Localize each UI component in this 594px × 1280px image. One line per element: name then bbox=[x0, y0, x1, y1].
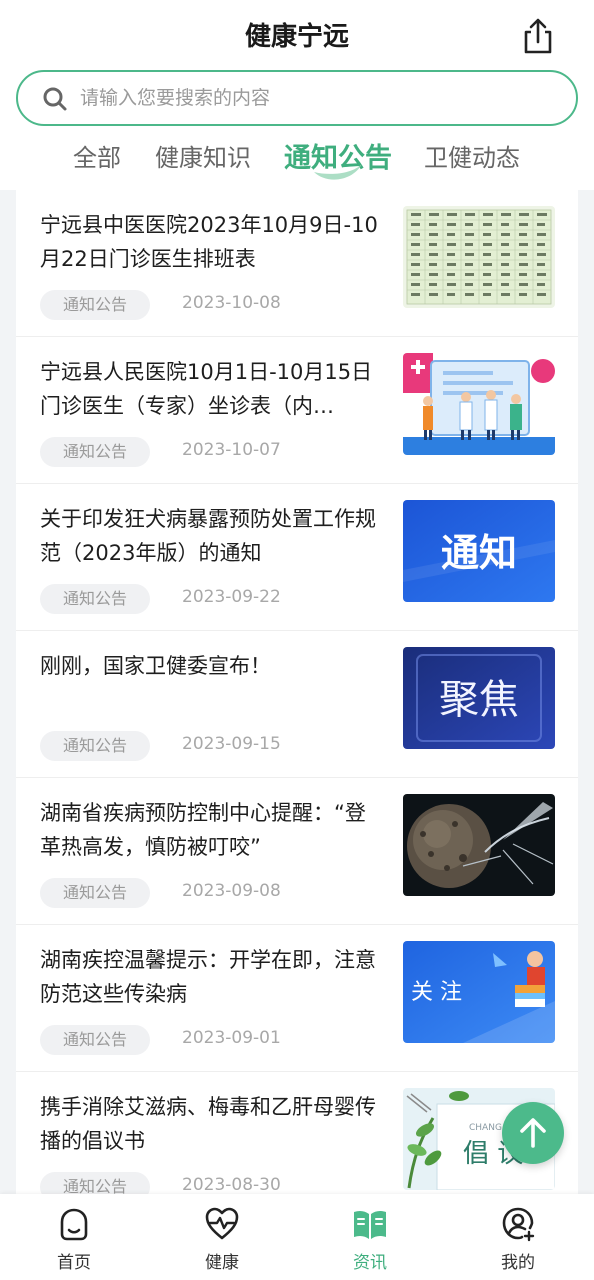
category-tag: 通知公告 bbox=[40, 437, 150, 467]
attention-banner-image: 关 注 bbox=[403, 941, 555, 1043]
mosquito-photo-image bbox=[403, 794, 555, 896]
tab-health-news[interactable]: 卫健动态 bbox=[424, 138, 520, 173]
back-to-top-button[interactable] bbox=[502, 1102, 564, 1164]
category-tag: 通知公告 bbox=[40, 1172, 150, 1194]
focus-banner-image: 聚焦 bbox=[403, 647, 555, 749]
thumbnail-subtext: CHANG bbox=[469, 1123, 502, 1133]
list-item[interactable]: 湖南疾控温馨提示：开学在即，注意防范这些传染病 通知公告 2023-09-01 … bbox=[16, 925, 578, 1072]
article-thumbnail bbox=[403, 353, 555, 455]
article-date: 2023-09-08 bbox=[182, 881, 281, 901]
article-date: 2023-10-08 bbox=[182, 293, 281, 313]
user-icon bbox=[502, 1207, 535, 1242]
notice-banner-image: 通知 bbox=[403, 500, 555, 602]
schedule-table-image bbox=[403, 206, 555, 308]
category-tag: 通知公告 bbox=[40, 731, 150, 761]
nav-label: 资讯 bbox=[353, 1253, 387, 1273]
search-box[interactable] bbox=[16, 70, 578, 126]
nav-label: 健康 bbox=[205, 1253, 239, 1273]
home-icon bbox=[60, 1208, 88, 1241]
top-bar: 健康宁远 全部 健康知识 通知公告 卫健动态 bbox=[0, 0, 594, 190]
category-tabs: 全部 健康知识 通知公告 卫健动态 bbox=[0, 134, 594, 184]
article-thumbnail: 通知 bbox=[403, 500, 555, 602]
article-title: 刚刚，国家卫健委宣布！ bbox=[40, 654, 271, 678]
thumbnail-text: 通知 bbox=[441, 531, 517, 575]
nav-health[interactable]: 健康 bbox=[148, 1194, 296, 1280]
bottom-nav: 首页 健康 资讯 我的 bbox=[0, 1194, 594, 1280]
article-list: 宁远县中医医院2023年10月9日-10月22日门诊医生排班表 通知公告 202… bbox=[16, 190, 578, 1194]
search-icon bbox=[43, 87, 67, 111]
article-thumbnail bbox=[403, 794, 555, 896]
search-input[interactable] bbox=[80, 82, 550, 114]
category-tag: 通知公告 bbox=[40, 290, 150, 320]
article-thumbnail bbox=[403, 206, 555, 308]
article-date: 2023-10-07 bbox=[182, 440, 281, 460]
doctors-illustration-image bbox=[403, 353, 555, 455]
article-thumbnail: 关 注 bbox=[403, 941, 555, 1043]
tab-health-knowledge[interactable]: 健康知识 bbox=[155, 138, 251, 173]
nav-home[interactable]: 首页 bbox=[0, 1194, 148, 1280]
article-title: 宁远县中医医院2023年10月9日-10月22日门诊医生排班表 bbox=[40, 213, 378, 271]
list-item[interactable]: 携手消除艾滋病、梅毒和乙肝母婴传播的倡议书 通知公告 2023-08-30 CH… bbox=[16, 1072, 578, 1194]
article-date: 2023-09-15 bbox=[182, 734, 281, 754]
article-title: 湖南疾控温馨提示：开学在即，注意防范这些传染病 bbox=[40, 948, 376, 1006]
nav-news[interactable]: 资讯 bbox=[296, 1194, 444, 1280]
nav-label: 我的 bbox=[501, 1253, 535, 1273]
page-title: 健康宁远 bbox=[244, 22, 349, 52]
active-tab-indicator bbox=[314, 164, 362, 180]
article-title: 关于印发狂犬病暴露预防处置工作规范（2023年版）的通知 bbox=[40, 507, 376, 565]
tab-all[interactable]: 全部 bbox=[73, 138, 121, 173]
category-tag: 通知公告 bbox=[40, 878, 150, 908]
article-title: 携手消除艾滋病、梅毒和乙肝母婴传播的倡议书 bbox=[40, 1095, 376, 1153]
article-thumbnail: 聚焦 bbox=[403, 647, 555, 749]
list-item[interactable]: 宁远县人民医院10月1日-10月15日门诊医生（专家）坐诊表（内… 通知公告 2… bbox=[16, 337, 578, 484]
nav-label: 首页 bbox=[57, 1253, 91, 1273]
category-tag: 通知公告 bbox=[40, 1025, 150, 1055]
category-tag: 通知公告 bbox=[40, 584, 150, 614]
list-item[interactable]: 湖南省疾病预防控制中心提醒：“登革热高发，慎防被叮咬” 通知公告 2023-09… bbox=[16, 778, 578, 925]
article-date: 2023-09-01 bbox=[182, 1028, 281, 1048]
share-button[interactable] bbox=[520, 16, 556, 56]
heart-pulse-icon bbox=[205, 1207, 239, 1240]
arrow-up-icon bbox=[520, 1118, 546, 1148]
article-date: 2023-09-22 bbox=[182, 587, 281, 607]
nav-profile[interactable]: 我的 bbox=[444, 1194, 592, 1280]
thumbnail-text: 关 注 bbox=[411, 980, 462, 1005]
article-title: 宁远县人民医院10月1日-10月15日门诊医生（专家）坐诊表（内… bbox=[40, 360, 373, 418]
list-item[interactable]: 宁远县中医医院2023年10月9日-10月22日门诊医生排班表 通知公告 202… bbox=[16, 190, 578, 337]
list-item[interactable]: 关于印发狂犬病暴露预防处置工作规范（2023年版）的通知 通知公告 2023-0… bbox=[16, 484, 578, 631]
list-item[interactable]: 刚刚，国家卫健委宣布！ 通知公告 2023-09-15 聚焦 bbox=[16, 631, 578, 778]
article-date: 2023-08-30 bbox=[182, 1175, 281, 1194]
thumbnail-text: 聚焦 bbox=[439, 677, 519, 723]
book-icon bbox=[354, 1210, 386, 1239]
article-title: 湖南省疾病预防控制中心提醒：“登革热高发，慎防被叮咬” bbox=[40, 801, 366, 859]
share-icon bbox=[524, 18, 552, 54]
